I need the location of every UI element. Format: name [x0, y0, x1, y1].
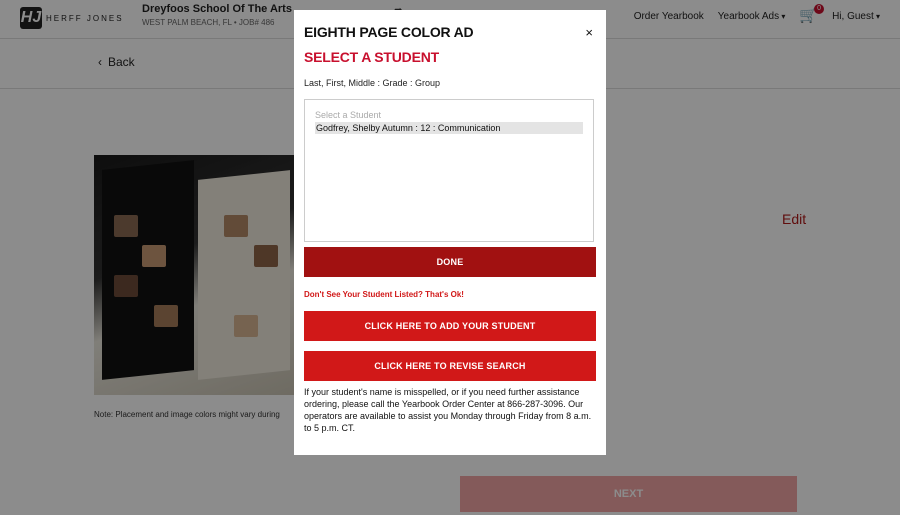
select-student-modal: EIGHTH PAGE COLOR AD × SELECT A STUDENT … — [294, 10, 606, 455]
listbox-placeholder: Select a Student — [315, 110, 382, 120]
revise-search-button[interactable]: CLICK HERE TO REVISE SEARCH — [304, 351, 596, 381]
modal-subtitle: SELECT A STUDENT — [304, 49, 439, 65]
add-student-button[interactable]: CLICK HERE TO ADD YOUR STUDENT — [304, 311, 596, 341]
missing-student-text: Don't See Your Student Listed? That's Ok… — [304, 290, 464, 299]
help-text: If your student's name is misspelled, or… — [304, 387, 592, 433]
student-option[interactable]: Godfrey, Shelby Autumn : 12 : Communicat… — [315, 122, 583, 134]
modal-title: EIGHTH PAGE COLOR AD — [304, 24, 474, 40]
format-hint: Last, First, Middle : Grade : Group — [304, 78, 441, 88]
close-icon[interactable]: × — [585, 25, 593, 40]
done-button[interactable]: DONE — [304, 247, 596, 277]
student-listbox[interactable]: Select a Student Godfrey, Shelby Autumn … — [304, 99, 594, 242]
